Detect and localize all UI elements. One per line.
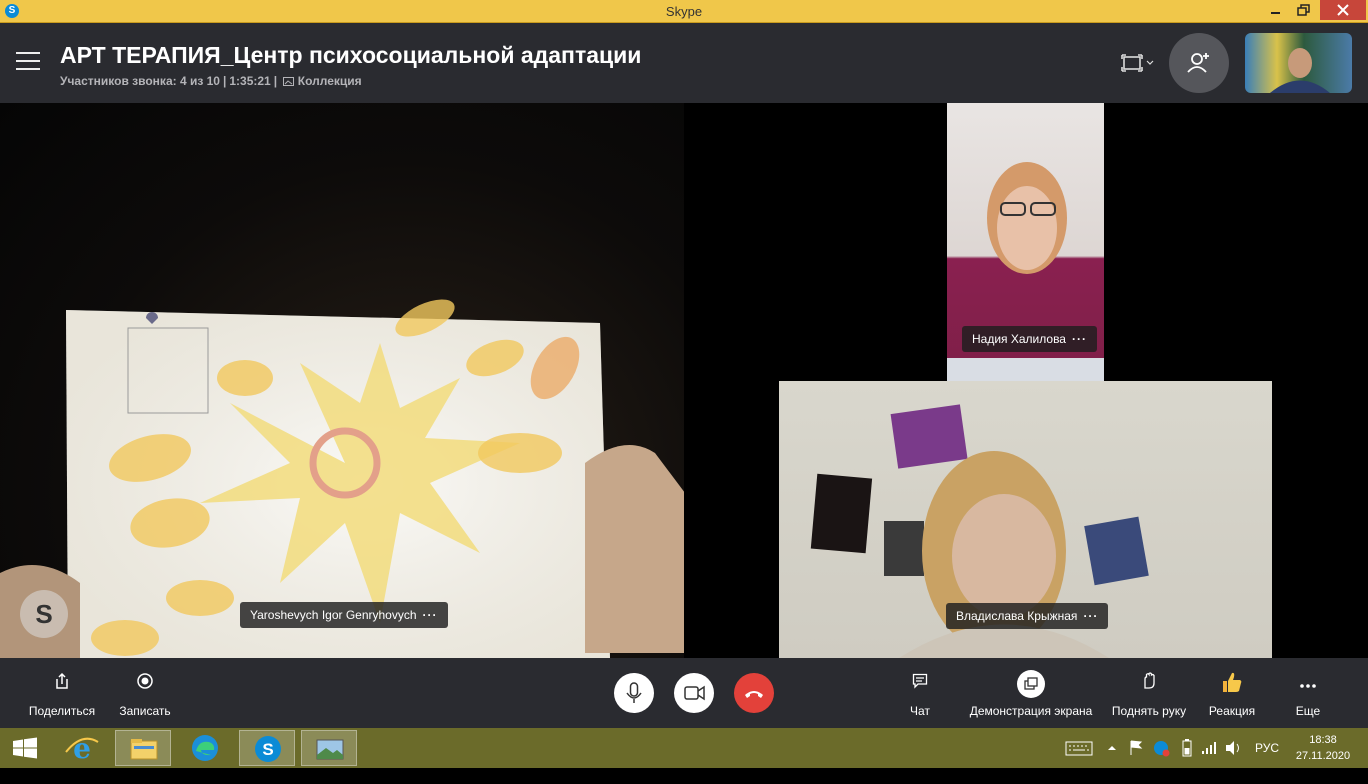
windows-taskbar: e S РУС 18:38 27.11.2020 [0, 728, 1368, 768]
reaction-button[interactable]: Реакция [1204, 658, 1260, 728]
layout-icon [1121, 54, 1154, 72]
clock-date: 27.11.2020 [1295, 750, 1351, 762]
video-toggle-button[interactable] [674, 673, 714, 713]
participants-count: Участников звонка: 4 из 10 [60, 74, 220, 88]
participant-name-tag[interactable]: Надия Халилова ··· [962, 326, 1097, 352]
photos-taskbar[interactable] [301, 730, 357, 766]
tray-expand-icon[interactable] [1104, 728, 1120, 768]
record-button[interactable]: Записать [110, 658, 180, 728]
mute-button[interactable] [614, 673, 654, 713]
file-explorer-taskbar[interactable] [115, 730, 171, 766]
clock-time: 18:38 [1309, 734, 1337, 746]
menu-icon[interactable] [16, 52, 40, 72]
maximize-button[interactable] [1290, 0, 1318, 20]
window-titlebar: S Skype [0, 0, 1368, 23]
thumbs-up-icon [1204, 672, 1260, 698]
chat-icon [895, 672, 945, 698]
system-clock[interactable]: 18:38 27.11.2020 [1288, 732, 1358, 764]
action-center-flag-icon[interactable] [1127, 728, 1145, 768]
share-icon [22, 672, 102, 698]
raise-hand-icon [1106, 672, 1192, 698]
participant-video-frame [0, 299, 684, 658]
collection-label: Коллекция [297, 74, 362, 88]
microphone-icon [626, 682, 642, 703]
close-button[interactable] [1320, 0, 1366, 20]
raise-hand-label: Поднять руку [1111, 704, 1187, 718]
more-label: Еще [1295, 704, 1321, 718]
svg-text:e: e [73, 732, 91, 765]
keyboard-icon[interactable] [1063, 728, 1095, 768]
gallery-icon [283, 77, 295, 86]
call-meta: Участников звонка: 4 из 10 | 1:35:21 | Колл… [60, 74, 362, 88]
battery-icon[interactable] [1178, 728, 1196, 768]
video-stage: S Yaroshevych Igor Genryhovych ··· Надия … [0, 103, 1368, 658]
restore-icon [1297, 4, 1310, 16]
share-label: Поделиться [28, 704, 96, 718]
hang-up-icon [745, 691, 763, 698]
screen-share-button[interactable]: Демонстрация экрана [966, 658, 1096, 728]
participant-name: Надия Халилова [972, 332, 1066, 346]
add-people-button[interactable] [1169, 33, 1229, 93]
photo-viewer-icon [316, 739, 344, 760]
chat-label: Чат [910, 704, 930, 718]
participant-name: Yaroshevych Igor Genryhovych [250, 608, 417, 622]
edge-taskbar[interactable] [177, 730, 233, 766]
video-camera-icon [684, 685, 705, 701]
skype-taskbar[interactable]: S [239, 730, 295, 766]
raise-hand-button[interactable]: Поднять руку [1106, 658, 1192, 728]
record-icon [110, 672, 180, 698]
more-options-icon[interactable]: ··· [423, 608, 438, 622]
svg-text:S: S [262, 740, 273, 759]
skype-watermark-icon: S [20, 590, 68, 638]
edge-icon [192, 735, 218, 761]
participant-name-tag[interactable]: Владислава Крыжная ··· [946, 603, 1109, 629]
record-label: Записать [119, 704, 171, 718]
more-icon [1285, 672, 1331, 698]
more-options-icon[interactable]: ··· [1072, 332, 1087, 346]
network-signal-icon[interactable] [1198, 728, 1220, 768]
call-controls: Поделиться Записать Чат Демонстрация экр… [0, 658, 1368, 728]
participant-name-tag[interactable]: Yaroshevych Igor Genryhovych ··· [240, 602, 448, 628]
language-indicator[interactable]: РУС [1250, 728, 1284, 768]
end-call-button[interactable] [734, 673, 774, 713]
reaction-label: Реакция [1208, 704, 1256, 718]
minimize-icon [1271, 12, 1280, 14]
screen-share-icon [966, 670, 1096, 698]
skype-tray-icon[interactable] [1150, 728, 1172, 768]
call-header: АРТ ТЕРАПИЯ_Центр психосоциальной адапта… [0, 23, 1368, 103]
skype-icon: S [255, 736, 281, 762]
screen-share-label: Демонстрация экрана [969, 704, 1093, 718]
share-button[interactable]: Поделиться [22, 658, 102, 728]
folder-icon [130, 739, 158, 760]
self-person-silhouette [1270, 48, 1330, 93]
more-button[interactable]: Еще [1285, 658, 1331, 728]
add-person-icon [1187, 53, 1209, 73]
minimize-button[interactable] [1262, 0, 1288, 20]
internet-explorer-taskbar[interactable]: e [54, 730, 110, 766]
main-participant-video[interactable]: S Yaroshevych Igor Genryhovych ··· [0, 103, 684, 658]
self-view-video[interactable] [1245, 33, 1352, 93]
internet-explorer-icon: e [65, 732, 99, 765]
more-options-icon[interactable]: ··· [1083, 609, 1098, 623]
chat-button[interactable]: Чат [895, 658, 945, 728]
participant-video-vladislava[interactable]: Владислава Крыжная ··· [779, 381, 1272, 658]
volume-icon[interactable] [1222, 728, 1244, 768]
window-title: Skype [665, 4, 703, 19]
layout-button[interactable] [1118, 51, 1158, 75]
participant-video-nadiya[interactable]: Надия Халилова ··· [947, 103, 1104, 381]
collection-link[interactable]: Коллекция [283, 74, 362, 88]
call-duration: 1:35:21 [229, 74, 271, 88]
windows-logo-icon [13, 737, 37, 759]
call-title: АРТ ТЕРАПИЯ_Центр психосоциальной адапта… [60, 42, 642, 68]
participant-name: Владислава Крыжная [956, 609, 1078, 623]
close-icon [1337, 4, 1349, 16]
start-button[interactable] [0, 730, 50, 766]
